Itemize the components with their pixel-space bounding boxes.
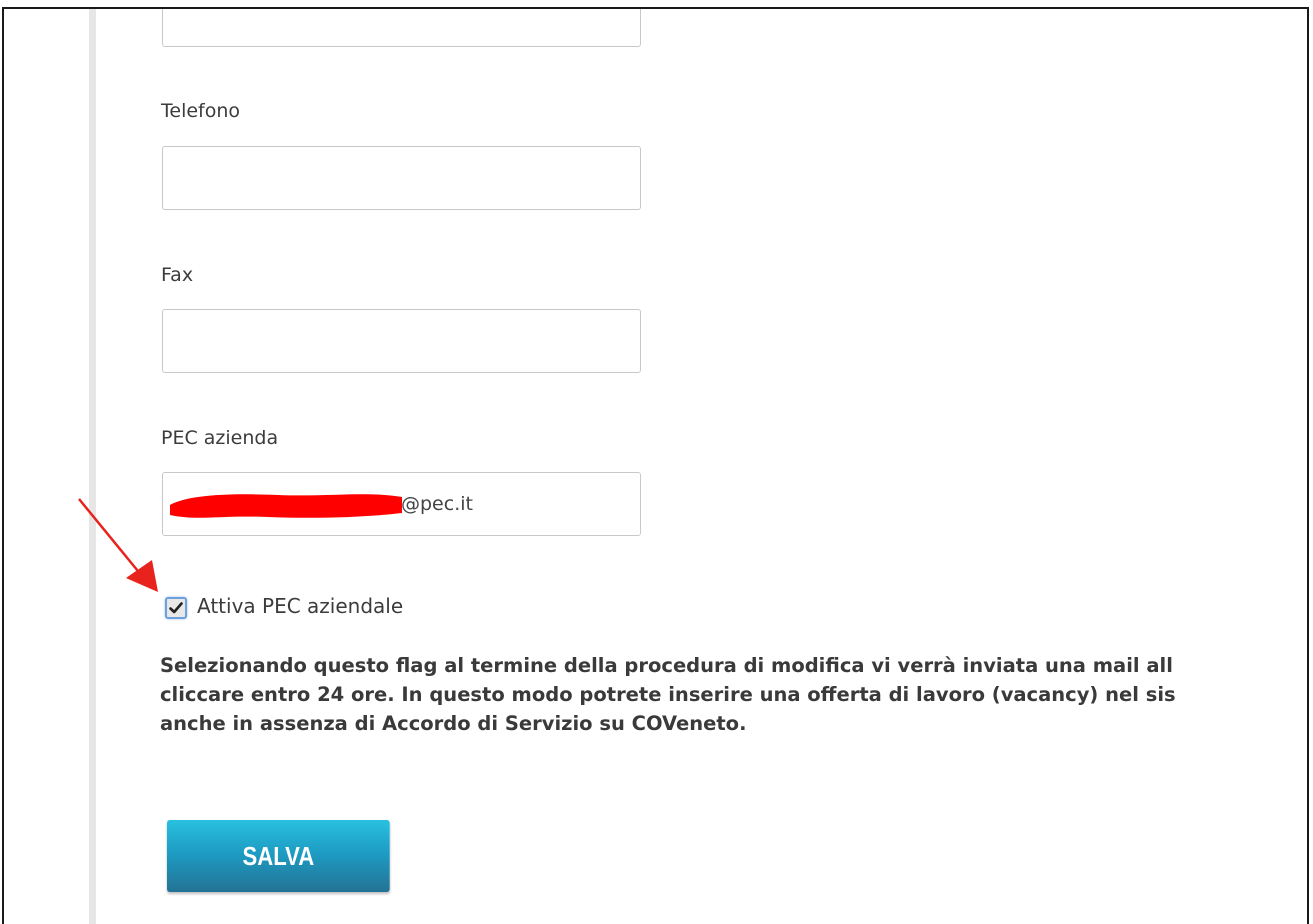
fax-input[interactable] — [162, 309, 641, 373]
attiva-pec-label[interactable]: Attiva PEC aziendale — [197, 594, 403, 618]
pec-value-suffix: @pec.it — [401, 493, 473, 515]
checkmark-icon — [169, 602, 183, 614]
telefono-label: Telefono — [161, 100, 241, 122]
left-rail — [89, 9, 96, 924]
top-partial-input[interactable] — [162, 9, 641, 47]
annotation-arrow-icon — [78, 498, 158, 592]
info-line-1: Selezionando questo flag al termine dell… — [160, 654, 1173, 677]
attiva-pec-checkbox[interactable] — [165, 597, 187, 619]
pec-azienda-input[interactable]: @pec.it — [162, 472, 641, 536]
pec-azienda-label: PEC azienda — [161, 427, 279, 449]
pec-info-text: Selezionando questo flag al termine dell… — [160, 651, 1307, 738]
redaction-mark — [170, 494, 402, 518]
telefono-input[interactable] — [162, 146, 641, 210]
save-button[interactable]: SALVA — [167, 820, 390, 892]
save-button-label: SALVA — [242, 840, 315, 871]
fax-label: Fax — [161, 264, 194, 286]
info-line-2: cliccare entro 24 ore. In questo modo po… — [160, 683, 1176, 706]
info-line-3: anche in assenza di Accordo di Servizio … — [160, 712, 747, 735]
page-frame: Telefono Fax PEC azienda @pec.it Attiva … — [2, 7, 1309, 924]
